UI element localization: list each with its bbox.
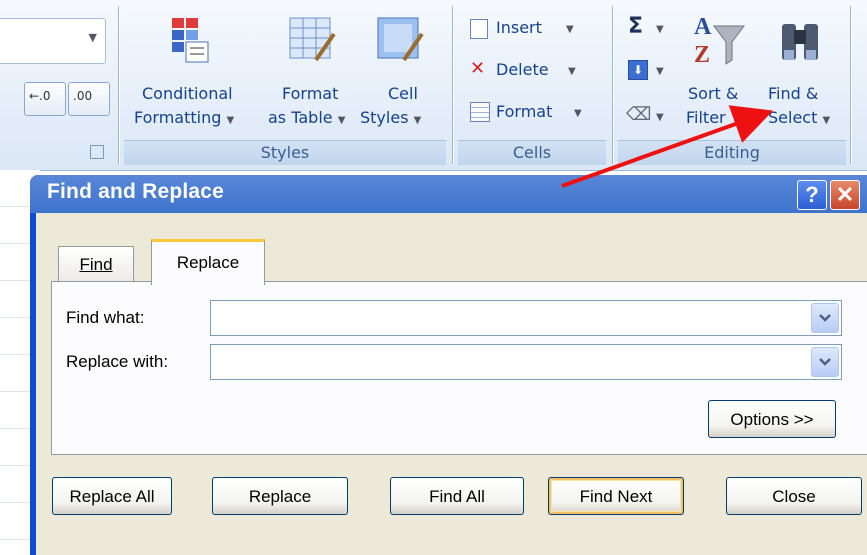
replace-with-dropdown[interactable] <box>811 347 839 377</box>
eraser-icon: ⌫ <box>626 104 652 125</box>
find-what-label: Find what: <box>66 308 145 327</box>
chevron-down-icon: ▼ <box>88 31 97 44</box>
dropdown-arrow-icon: ▼ <box>566 24 574 35</box>
find-replace-dialog: Find and Replace ? ✕ Find Replace Find w… <box>30 175 867 555</box>
insert-cells-button[interactable]: Insert ▼ <box>466 16 586 42</box>
dropdown-arrow-icon: ▼ <box>574 108 582 119</box>
sort-filter-button[interactable]: A Z Sort & Filter <box>680 8 762 138</box>
styles-group-label: Styles <box>124 140 446 165</box>
close-window-button[interactable]: ✕ <box>830 180 860 210</box>
find-select-label-2: Select ▼ <box>768 108 831 127</box>
ribbon: ▼ ←.0 .00 Conditional Formatting ▼ Forma… <box>0 0 867 171</box>
find-select-button[interactable]: Find & Select ▼ <box>762 8 842 138</box>
dropdown-arrow-icon: ▼ <box>822 115 831 126</box>
svg-text:Z: Z <box>694 42 710 68</box>
dropdown-arrow-icon: ▼ <box>337 115 346 126</box>
find-what-input[interactable] <box>213 303 807 333</box>
format-as-table-button[interactable]: Format as Table ▼ <box>266 8 356 138</box>
increase-decimal-button[interactable]: ←.0 <box>24 82 66 116</box>
delete-cells-icon: ✕ <box>470 58 486 79</box>
question-mark-icon: ? <box>805 182 819 207</box>
number-dialog-launcher-icon[interactable] <box>90 145 104 159</box>
close-button[interactable]: Close <box>726 477 862 515</box>
close-icon: ✕ <box>835 182 855 207</box>
replace-button[interactable]: Replace <box>212 477 348 515</box>
group-separator <box>612 6 613 164</box>
delete-label: Delete <box>496 60 549 79</box>
find-next-button[interactable]: Find Next <box>548 477 684 515</box>
conditional-formatting-button[interactable]: Conditional Formatting ▼ <box>130 8 262 138</box>
insert-label: Insert <box>496 18 542 37</box>
replace-all-button[interactable]: Replace All <box>52 477 172 515</box>
format-label: Format <box>496 102 553 121</box>
find-what-combobox[interactable] <box>210 300 842 336</box>
dropdown-arrow-icon: ▼ <box>413 115 422 126</box>
fill-down-icon: ⬇ <box>628 60 648 80</box>
dropdown-arrow-icon: ▼ <box>568 66 576 77</box>
decrease-decimal-icon: .00 <box>73 89 93 103</box>
format-cells-icon <box>470 102 490 122</box>
find-what-dropdown[interactable] <box>811 303 839 333</box>
dropdown-arrow-icon: ▼ <box>226 115 235 126</box>
sort-filter-label: Sort & <box>688 84 739 103</box>
sort-filter-icon: A Z <box>694 14 745 68</box>
dialog-client-area: Find Replace Find what: Replace with: Op… <box>36 213 867 555</box>
sort-filter-label-2: Filter <box>686 108 726 127</box>
find-select-label: Find & <box>768 84 819 103</box>
increase-decimal-icon: ←.0 <box>29 89 51 103</box>
autosum-icon: Σ <box>628 14 644 39</box>
dialog-title: Find and Replace <box>47 180 225 203</box>
binoculars-icon <box>782 24 818 60</box>
chevron-down-icon <box>819 314 831 322</box>
help-button[interactable]: ? <box>797 180 827 210</box>
cell-styles-icon <box>377 17 424 62</box>
decrease-decimal-button[interactable]: .00 <box>68 82 110 116</box>
group-separator <box>850 6 851 164</box>
format-as-table-icon <box>289 17 336 62</box>
group-separator <box>452 6 453 164</box>
fill-button[interactable]: ⬇ ▼ <box>624 58 672 86</box>
dialog-title-bar[interactable]: Find and Replace ? ✕ <box>30 175 867 213</box>
options-button[interactable]: Options >> <box>708 400 836 438</box>
chevron-down-icon <box>819 358 831 366</box>
cell-styles-label: Cell <box>388 84 418 103</box>
clear-button[interactable]: ⌫ ▼ <box>624 104 672 132</box>
dropdown-arrow-icon: ▼ <box>656 24 664 35</box>
tab-replace-label: Replace <box>176 253 240 272</box>
format-cells-button[interactable]: Format ▼ <box>466 100 586 126</box>
conditional-formatting-icon <box>172 18 209 63</box>
dropdown-arrow-icon: ▼ <box>656 112 664 123</box>
conditional-formatting-label-2: Formatting ▼ <box>134 108 235 127</box>
cells-group-label: Cells <box>458 140 606 165</box>
dropdown-arrow-icon: ▼ <box>656 66 664 77</box>
tab-find[interactable]: Find <box>58 246 134 282</box>
delete-cells-button[interactable]: ✕ Delete ▼ <box>466 58 586 84</box>
replace-with-label: Replace with: <box>66 352 169 371</box>
group-separator <box>118 6 119 164</box>
svg-text:A: A <box>694 14 712 40</box>
replace-tab-panel: Find what: Replace with: Options >> <box>51 281 867 455</box>
conditional-formatting-label: Conditional <box>142 84 233 103</box>
editing-group-label: Editing <box>618 140 846 165</box>
replace-with-combobox[interactable] <box>210 344 842 380</box>
find-all-button[interactable]: Find All <box>390 477 524 515</box>
cell-styles-label-2: Styles ▼ <box>360 108 422 127</box>
name-box-dropdown[interactable]: ▼ <box>0 18 106 64</box>
insert-cells-icon <box>470 19 488 39</box>
tab-find-label: Find <box>79 255 113 274</box>
cell-styles-button[interactable]: Cell Styles ▼ <box>352 8 438 138</box>
autosum-button[interactable]: Σ ▼ <box>624 14 672 44</box>
format-as-table-label-2: as Table ▼ <box>268 108 346 127</box>
tab-replace[interactable]: Replace <box>151 239 265 285</box>
replace-with-input[interactable] <box>213 347 807 377</box>
format-as-table-label: Format <box>282 84 339 103</box>
